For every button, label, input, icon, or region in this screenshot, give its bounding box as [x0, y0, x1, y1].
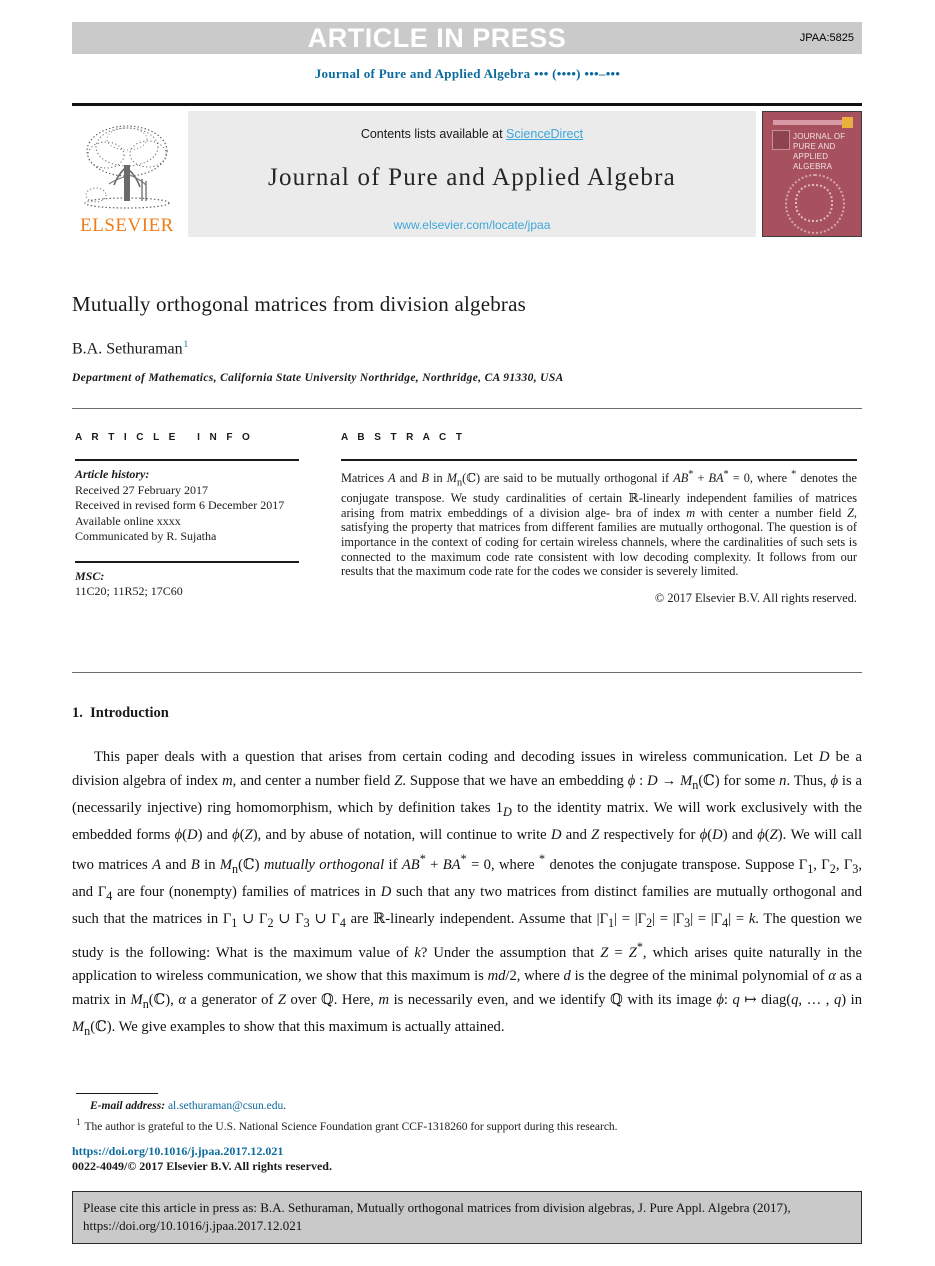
- history-item-online: Available online xxxx: [75, 513, 181, 528]
- journal-masthead: ELSEVIER Contents lists available at Sci…: [72, 103, 862, 239]
- author-label: B.A. Sethuraman: [72, 340, 183, 358]
- author-affiliation: Department of Mathematics, California St…: [72, 371, 564, 384]
- msc-block: MSC: 11C20; 11R52; 17C60: [75, 569, 299, 600]
- elsevier-tree-icon: [80, 121, 174, 215]
- section-number: 1.: [72, 705, 83, 721]
- article-info-column: A R T I C L E I N F O Article history: R…: [75, 432, 299, 600]
- issn-copyright-line: 0022-4049/© 2017 Elsevier B.V. All right…: [72, 1159, 332, 1173]
- article-info-heading: A R T I C L E I N F O: [75, 432, 254, 443]
- article-in-press-banner: ARTICLE IN PRESS JPAA:5825: [72, 22, 862, 54]
- sciencedirect-link[interactable]: ScienceDirect: [506, 127, 583, 141]
- section-title-text: Introduction: [90, 705, 169, 721]
- cover-accent-square: [842, 117, 853, 128]
- history-item-revised: Received in revised form 6 December 2017: [75, 498, 285, 512]
- footnote-marker: 1: [76, 1117, 81, 1127]
- history-item-received: Received 27 February 2017: [75, 482, 208, 497]
- article-code-label: JPAA:5825: [799, 32, 854, 44]
- footnote-grant-line: 1 The author is grateful to the U.S. Nati…: [76, 1114, 856, 1135]
- footnote-email-line: E-mail address: al.sethuraman@csun.edu.: [76, 1098, 856, 1114]
- email-period: .: [283, 1100, 287, 1112]
- doi-block: https://doi.org/10.1016/j.jpaa.2017.12.0…: [72, 1144, 862, 1174]
- journal-title: Journal of Pure and Applied Algebra: [268, 164, 676, 191]
- cover-elsevier-mark-icon: [772, 130, 790, 150]
- abstract-column: A B S T R A C T Matrices A and B in Mn(ℂ…: [341, 432, 857, 606]
- journal-cover-thumbnail: JOURNAL OF PURE AND APPLIED ALGEBRA: [762, 111, 862, 237]
- journal-homepage-link[interactable]: www.elsevier.com/locate/jpaa: [394, 218, 551, 232]
- introduction-section: 1. Introduction This paper deals with a …: [72, 705, 862, 1044]
- cover-title-line-3: APPLIED ALGEBRA: [793, 152, 833, 171]
- divider-below-abstract: [72, 672, 862, 673]
- msc-codes: 11C20; 11R52; 17C60: [75, 584, 183, 598]
- cover-title-line-1: JOURNAL OF: [793, 132, 846, 141]
- cover-artwork-inner: [795, 184, 833, 222]
- abstract-body: Matrices A and B in Mn(ℂ) are said to be…: [341, 469, 857, 579]
- msc-divider: [75, 560, 299, 563]
- abstract-heading: A B S T R A C T: [341, 432, 466, 443]
- journal-running-head: Journal of Pure and Applied Algebra ••• …: [314, 66, 621, 81]
- contents-prefix-text: Contents lists available at: [360, 127, 507, 141]
- doi-link[interactable]: https://doi.org/10.1016/j.jpaa.2017.12.0…: [72, 1144, 862, 1159]
- abstract-divider: [341, 459, 857, 461]
- masthead-center-panel: Contents lists available at ScienceDirec…: [188, 111, 756, 237]
- abstract-copyright: © 2017 Elsevier B.V. All rights reserved…: [654, 590, 857, 605]
- history-item-communicated: Communicated by R. Sujatha: [75, 529, 217, 543]
- article-in-press-label: ARTICLE IN PRESS: [307, 22, 567, 53]
- author-footnote-mark[interactable]: 1: [184, 339, 189, 349]
- divider-above-info: [72, 408, 862, 409]
- footnote-divider: [76, 1093, 158, 1094]
- paper-page: ARTICLE IN PRESS JPAA:5825 Journal of Pu…: [0, 0, 935, 1266]
- elsevier-wordmark: ELSEVIER: [80, 215, 174, 236]
- title-block: Mutually orthogonal matrices from divisi…: [72, 292, 862, 384]
- article-history-label: Article history:: [75, 467, 150, 481]
- email-label: E-mail address:: [90, 1100, 166, 1112]
- footnote-grant-text: The author is grateful to the U.S. Natio…: [84, 1120, 618, 1133]
- section-heading-introduction: 1. Introduction: [72, 705, 862, 722]
- page-title: Mutually orthogonal matrices from divisi…: [72, 292, 527, 316]
- author-name: B.A. Sethuraman1: [72, 339, 862, 358]
- cover-title-text: JOURNAL OF PURE AND APPLIED ALGEBRA: [793, 132, 861, 172]
- msc-label: MSC:: [75, 568, 105, 583]
- cite-this-article-box: Please cite this article in press as: B.…: [72, 1191, 862, 1244]
- cover-title-line-2: PURE AND: [793, 142, 836, 151]
- elsevier-logo: ELSEVIER: [72, 111, 182, 237]
- article-info-divider: [75, 459, 299, 461]
- contents-available-line: Contents lists available at ScienceDirec…: [361, 127, 583, 141]
- footnotes-block: E-mail address: al.sethuraman@csun.edu. …: [76, 1098, 856, 1135]
- article-history-block: Article history: Received 27 February 20…: [75, 467, 299, 545]
- introduction-paragraph: This paper deals with a question that ar…: [72, 749, 863, 1039]
- author-email-link[interactable]: al.sethuraman@csun.edu: [168, 1100, 283, 1112]
- cover-topbar-decoration: [773, 120, 853, 125]
